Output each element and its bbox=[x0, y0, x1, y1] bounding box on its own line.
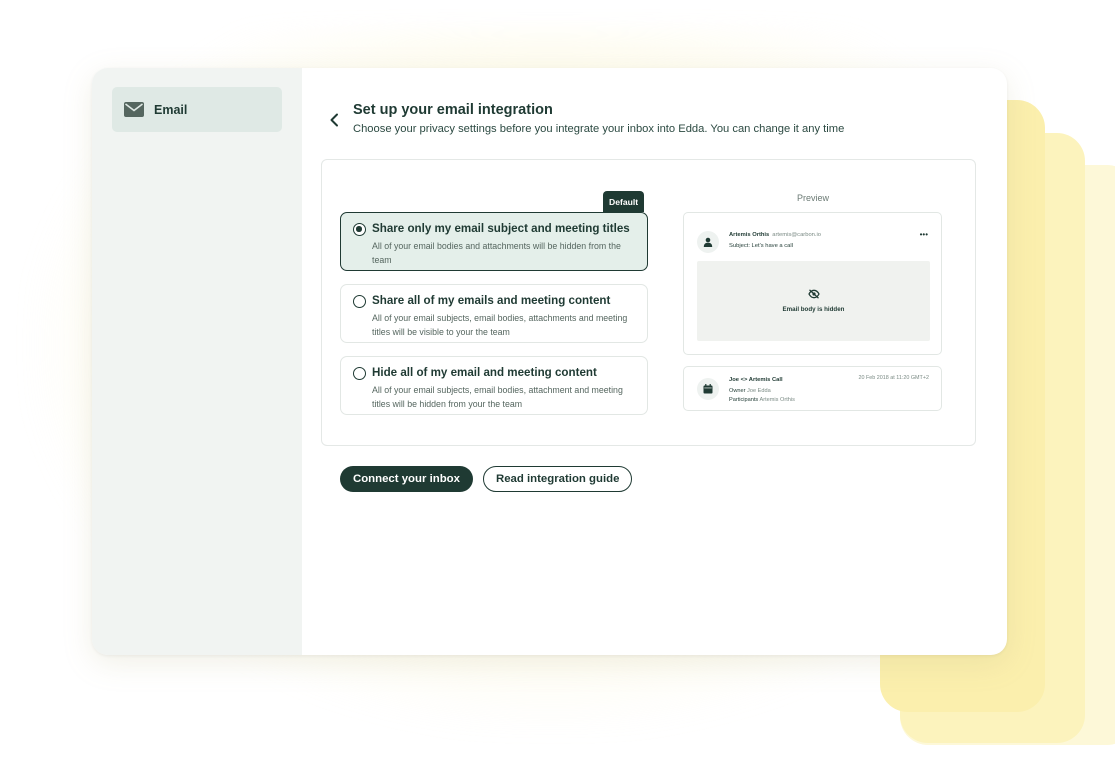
option-title: Hide all of my email and meeting content bbox=[372, 366, 597, 379]
default-badge: Default bbox=[603, 191, 645, 212]
person-icon bbox=[697, 231, 719, 253]
participants-value: Artemis Orthis bbox=[759, 397, 795, 403]
option-title: Share all of my emails and meeting conte… bbox=[372, 294, 611, 307]
ellipsis-icon[interactable]: ••• bbox=[920, 230, 928, 239]
email-sender: Artemis Orthis artemis@carbon.io bbox=[729, 232, 821, 238]
option-description: All of your email subjects, email bodies… bbox=[372, 313, 628, 337]
radio-button[interactable] bbox=[353, 367, 366, 380]
calendar-icon bbox=[697, 378, 719, 400]
chevron-left-icon bbox=[330, 113, 338, 127]
participants-label: Participants bbox=[729, 397, 759, 403]
main-content: Set up your email integration Choose you… bbox=[302, 68, 1007, 655]
radio-button[interactable] bbox=[353, 295, 366, 308]
option-hide-all[interactable]: Hide all of my email and meeting content… bbox=[340, 356, 648, 415]
sidebar: Email bbox=[92, 68, 302, 655]
meeting-owner: Owner Joe Edda bbox=[729, 388, 771, 394]
hidden-email-body: Email body is hidden bbox=[697, 261, 930, 341]
sidebar-item-label: Email bbox=[154, 102, 188, 117]
radio-button[interactable] bbox=[353, 223, 366, 236]
connect-inbox-button[interactable]: Connect your inbox bbox=[340, 466, 473, 492]
email-preview-card: Artemis Orthis artemis@carbon.io Subject:… bbox=[683, 212, 942, 355]
option-title: Share only my email subject and meeting … bbox=[372, 222, 630, 235]
owner-value: Joe Edda bbox=[747, 388, 771, 394]
meeting-participants: Participants Artemis Orthis bbox=[729, 397, 795, 403]
hidden-body-text: Email body is hidden bbox=[782, 306, 845, 313]
option-description: All of your email subjects, email bodies… bbox=[372, 385, 623, 409]
meeting-title: Joe <> Artemis Call bbox=[729, 377, 783, 383]
option-share-subject-titles[interactable]: Share only my email subject and meeting … bbox=[340, 212, 648, 271]
meeting-date: 20 Feb 2018 at 11:20 GMT+2 bbox=[858, 375, 929, 381]
envelope-icon bbox=[124, 102, 144, 118]
privacy-settings-panel: Default Share only my email subject and … bbox=[321, 159, 976, 446]
sender-email: artemis@carbon.io bbox=[772, 232, 822, 238]
preview-label: Preview bbox=[797, 193, 830, 203]
sidebar-item-email[interactable]: Email bbox=[112, 87, 282, 132]
option-description: All of your email bodies and attachments… bbox=[372, 241, 621, 265]
read-guide-button[interactable]: Read integration guide bbox=[483, 466, 633, 492]
email-subject: Subject: Let's have a call bbox=[729, 243, 793, 249]
owner-label: Owner bbox=[729, 388, 746, 394]
app-window: Email Set up your email integration Choo… bbox=[92, 68, 1007, 655]
back-button[interactable] bbox=[326, 110, 342, 130]
meeting-preview-card: Joe <> Artemis Call 20 Feb 2018 at 11:20… bbox=[683, 366, 942, 411]
eye-off-icon bbox=[807, 289, 820, 299]
option-share-all[interactable]: Share all of my emails and meeting conte… bbox=[340, 284, 648, 343]
sender-name: Artemis Orthis bbox=[729, 232, 770, 238]
page-title: Set up your email integration bbox=[353, 102, 553, 118]
page-subtitle: Choose your privacy settings before you … bbox=[353, 123, 845, 135]
